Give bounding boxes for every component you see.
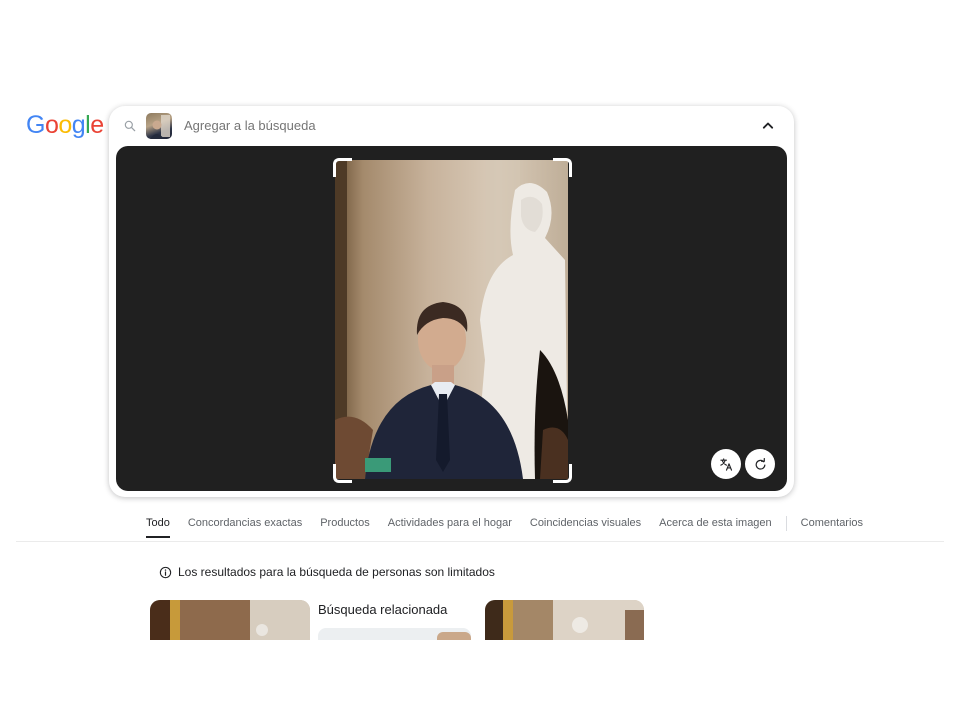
crop-handle-bottom-right[interactable] [553, 464, 572, 483]
people-search-notice: Los resultados para la búsqueda de perso… [159, 565, 495, 579]
related-search-title: Búsqueda relacionada [318, 602, 448, 617]
logo-letter: G [26, 111, 45, 139]
related-search-thumbnail [437, 632, 471, 640]
tab-homework[interactable]: Actividades para el hogar [388, 516, 512, 542]
image-viewer [116, 146, 787, 491]
google-logo[interactable]: Google [26, 111, 104, 140]
notice-text: Los resultados para la búsqueda de perso… [178, 565, 495, 579]
crop-handle-top-right[interactable] [553, 158, 572, 177]
lens-search-card [109, 106, 794, 497]
results-tabs: Todo Concordancias exactas Productos Act… [146, 516, 881, 542]
tab-visual-matches[interactable]: Coincidencias visuales [530, 516, 641, 542]
search-input[interactable] [184, 118, 704, 133]
translate-button[interactable] [711, 449, 741, 479]
tab-feedback[interactable]: Comentarios [801, 516, 863, 542]
logo-letter: e [90, 111, 104, 139]
tab-divider [785, 516, 787, 531]
query-image[interactable] [335, 160, 568, 479]
result-card[interactable] [150, 600, 310, 640]
tabs-divider-line [16, 541, 944, 542]
logo-letter: o [44, 111, 59, 139]
related-search-card[interactable] [318, 628, 471, 640]
translate-icon [719, 457, 732, 471]
search-icon [124, 120, 136, 132]
chevron-up-icon[interactable] [758, 116, 778, 136]
crop-handle-bottom-left[interactable] [333, 464, 352, 483]
refresh-icon [755, 457, 765, 470]
search-bar[interactable] [109, 106, 794, 146]
tab-products[interactable]: Productos [320, 516, 370, 542]
refresh-button[interactable] [745, 449, 775, 479]
logo-letter: g [71, 111, 86, 139]
query-image-thumbnail[interactable] [146, 113, 172, 139]
crop-handle-top-left[interactable] [333, 158, 352, 177]
tab-todo[interactable]: Todo [146, 516, 170, 542]
result-card[interactable] [485, 600, 644, 640]
tab-exact-matches[interactable]: Concordancias exactas [188, 516, 302, 542]
tab-about-image[interactable]: Acerca de esta imagen [659, 516, 772, 542]
info-icon[interactable] [159, 566, 172, 579]
logo-letter: o [58, 111, 72, 139]
